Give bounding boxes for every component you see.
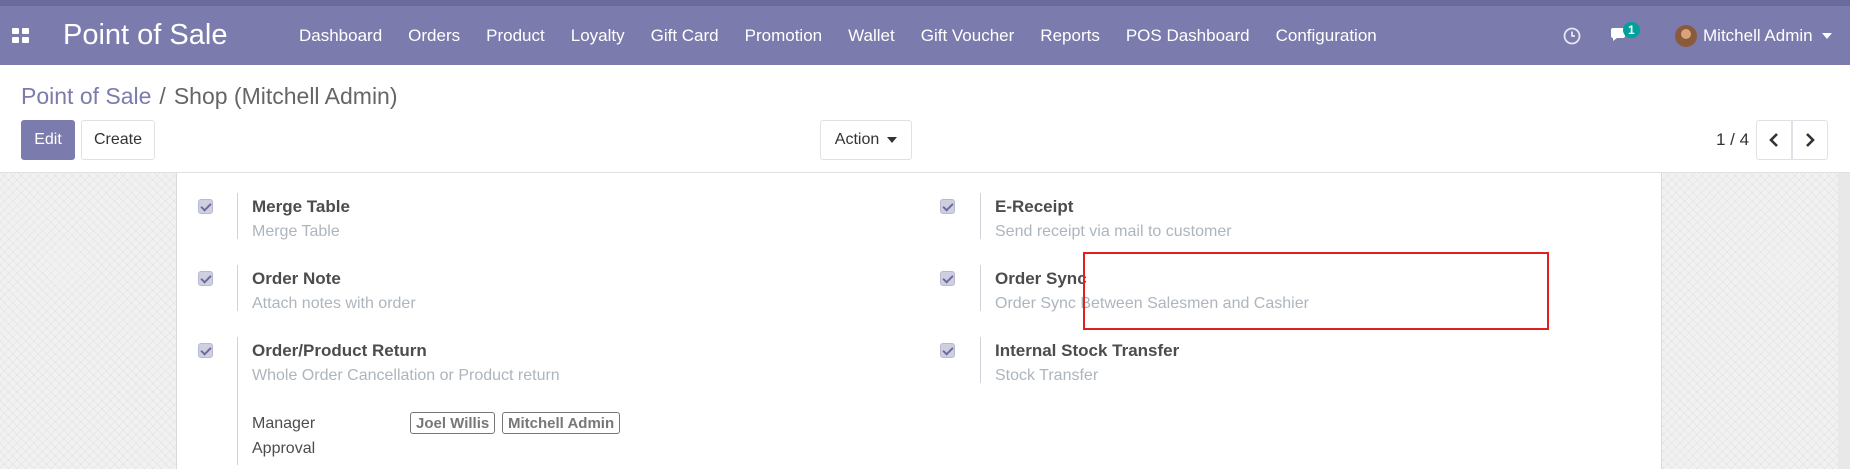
chevron-left-icon bbox=[1769, 133, 1778, 147]
edit-button[interactable]: Edit bbox=[21, 120, 75, 160]
breadcrumb: Point of Sale / Shop (Mitchell Admin) bbox=[21, 83, 398, 110]
breadcrumb-parent-link[interactable]: Point of Sale bbox=[21, 83, 151, 109]
stock-transfer-description: Stock Transfer bbox=[995, 367, 1099, 384]
caret-down-icon bbox=[887, 137, 898, 143]
page-scrollbar[interactable] bbox=[1838, 173, 1850, 469]
form-sheet: Merge Table Merge Table Order Note Attac… bbox=[176, 173, 1662, 469]
merge-table-description: Merge Table bbox=[252, 223, 340, 240]
menu-item-promotion[interactable]: Promotion bbox=[732, 26, 835, 46]
chat-count-badge: 1 bbox=[1623, 22, 1640, 38]
manager-tag-joel-willis[interactable]: Joel Willis bbox=[410, 412, 496, 434]
menu-item-gift-card[interactable]: Gift Card bbox=[638, 26, 732, 46]
main-menu: Dashboard Orders Product Loyalty Gift Ca… bbox=[286, 6, 1390, 65]
menu-item-pos-dashboard[interactable]: POS Dashboard bbox=[1113, 26, 1263, 46]
menu-item-orders[interactable]: Orders bbox=[395, 26, 473, 46]
action-button-label: Action bbox=[834, 131, 880, 148]
merge-table-checkbox[interactable] bbox=[198, 199, 213, 214]
pager-value[interactable]: 1 / 4 bbox=[1716, 130, 1749, 150]
user-name: Mitchell Admin bbox=[1703, 25, 1813, 45]
setting-divider bbox=[980, 193, 981, 239]
user-avatar bbox=[1675, 24, 1697, 47]
order-sync-checkbox[interactable] bbox=[940, 271, 955, 286]
chevron-right-icon bbox=[1806, 133, 1815, 147]
manager-approval-label-line1: Manager bbox=[252, 415, 316, 432]
action-dropdown-button[interactable]: Action bbox=[820, 120, 912, 160]
form-view-background: Merge Table Merge Table Order Note Attac… bbox=[0, 173, 1850, 469]
chevron-down-icon bbox=[1821, 32, 1832, 39]
order-sync-description: Order Sync Between Salesmen and Cashier bbox=[995, 295, 1309, 312]
manager-approval-label-line2: Approval bbox=[252, 440, 316, 457]
menu-item-wallet[interactable]: Wallet bbox=[835, 26, 908, 46]
order-return-title: Order/Product Return bbox=[252, 341, 427, 360]
e-receipt-description: Send receipt via mail to customer bbox=[995, 223, 1232, 240]
menu-item-gift-voucher[interactable]: Gift Voucher bbox=[908, 26, 1028, 46]
order-sync-highlight-box bbox=[1083, 252, 1549, 330]
manager-approval-label: Manager Approval bbox=[252, 411, 315, 461]
stock-transfer-checkbox[interactable] bbox=[940, 343, 955, 358]
pager-next-button[interactable] bbox=[1792, 120, 1828, 160]
menu-item-product[interactable]: Product bbox=[473, 26, 558, 46]
e-receipt-title: E-Receipt bbox=[995, 197, 1074, 216]
order-sync-title: Order Sync bbox=[995, 269, 1087, 288]
e-receipt-checkbox[interactable] bbox=[940, 199, 955, 214]
stock-transfer-title: Internal Stock Transfer bbox=[995, 341, 1180, 360]
top-navbar: Point of Sale Dashboard Orders Product L… bbox=[0, 0, 1850, 65]
merge-table-title: Merge Table bbox=[252, 197, 350, 216]
breadcrumb-separator: / bbox=[159, 83, 166, 109]
apps-menu-icon[interactable] bbox=[12, 28, 30, 44]
menu-item-dashboard[interactable]: Dashboard bbox=[286, 26, 395, 46]
messaging-chat-icon[interactable]: 1 bbox=[1609, 6, 1640, 65]
pager-previous-button[interactable] bbox=[1756, 120, 1792, 160]
setting-divider bbox=[980, 337, 981, 383]
order-return-checkbox[interactable] bbox=[198, 343, 213, 358]
menu-item-configuration[interactable]: Configuration bbox=[1263, 26, 1390, 46]
manager-tag-mitchell-admin[interactable]: Mitchell Admin bbox=[502, 412, 621, 434]
order-note-title: Order Note bbox=[252, 269, 341, 288]
activity-clock-icon[interactable] bbox=[1563, 6, 1581, 65]
setting-divider bbox=[237, 337, 238, 465]
setting-divider bbox=[237, 193, 238, 239]
breadcrumb-current: Shop (Mitchell Admin) bbox=[173, 83, 398, 109]
user-menu[interactable]: Mitchell Admin bbox=[1675, 6, 1832, 65]
app-brand[interactable]: Point of Sale bbox=[63, 19, 227, 52]
order-return-description: Whole Order Cancellation or Product retu… bbox=[252, 367, 560, 384]
create-button[interactable]: Create bbox=[81, 120, 155, 160]
setting-divider bbox=[980, 265, 981, 311]
control-panel: Point of Sale / Shop (Mitchell Admin) Edit… bbox=[0, 65, 1850, 173]
menu-item-loyalty[interactable]: Loyalty bbox=[558, 26, 638, 46]
setting-divider bbox=[237, 265, 238, 311]
menu-item-reports[interactable]: Reports bbox=[1027, 26, 1113, 46]
order-note-description: Attach notes with order bbox=[252, 295, 416, 312]
order-note-checkbox[interactable] bbox=[198, 271, 213, 286]
